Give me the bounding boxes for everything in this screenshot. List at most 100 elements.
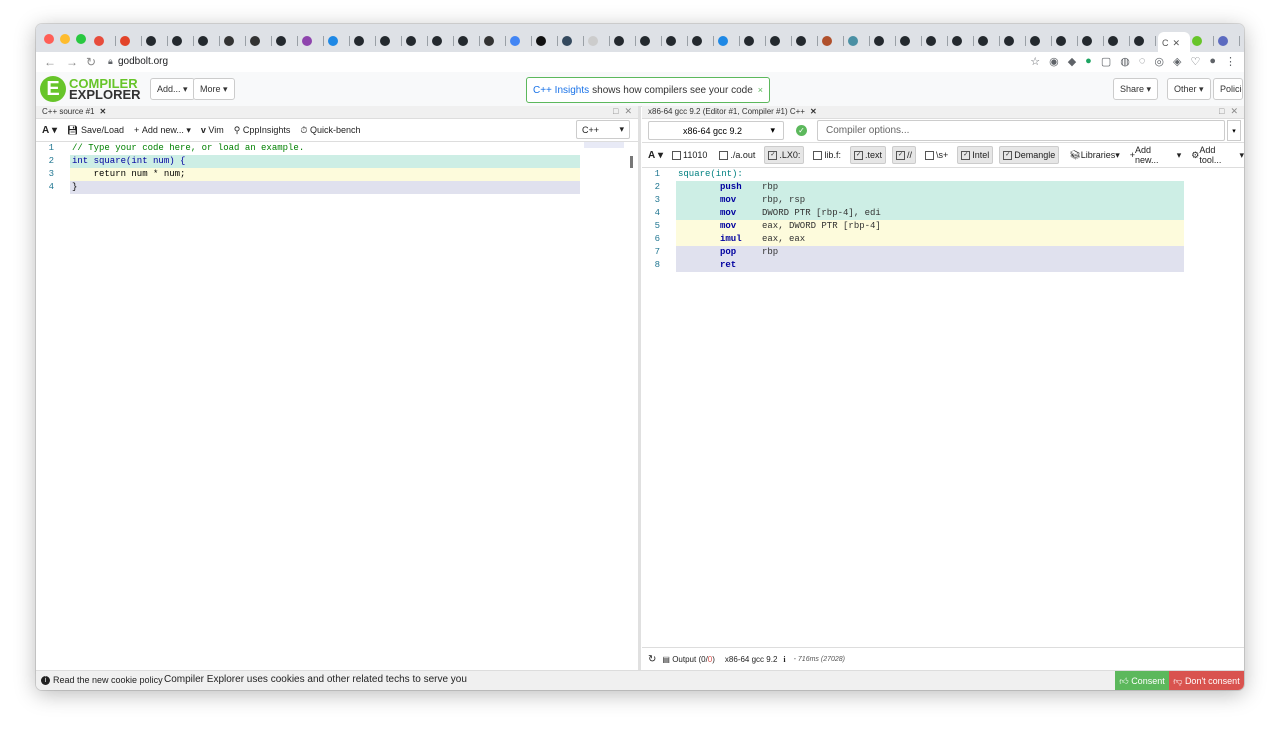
extension-icon[interactable]: ◎ xyxy=(1154,55,1164,68)
browser-tab[interactable] xyxy=(586,32,612,50)
reload-icon[interactable]: ↻ xyxy=(86,55,96,69)
recompile-icon[interactable]: ↻ xyxy=(648,654,656,665)
browser-tab[interactable] xyxy=(1080,32,1106,50)
code-line[interactable]: 2 int square(int num) { xyxy=(36,155,638,168)
filter-toggle[interactable]: ✓ .text xyxy=(849,146,886,164)
browser-tab[interactable] xyxy=(742,32,768,50)
url-field[interactable]: godbolt.org xyxy=(118,56,168,67)
code-line[interactable]: 1 // Type your code here, or load an exam… xyxy=(36,142,638,155)
dont-consent-button[interactable]: 👎︎ Don't consent xyxy=(1169,671,1244,690)
asm-line[interactable]: 4 mov DWORD PTR [rbp-4], edi xyxy=(642,207,1244,220)
policies-menu-button[interactable]: Policies ▾ xyxy=(1213,78,1243,100)
quickbench-button[interactable]: ⏱︎ Quick-bench xyxy=(300,125,360,136)
scrollbar[interactable] xyxy=(630,156,637,168)
extension-icon[interactable]: ● xyxy=(1085,55,1092,68)
output-button[interactable]: ▤ Output (0/0) xyxy=(662,655,715,664)
filter-toggle[interactable]: 11010 xyxy=(669,146,710,164)
extension-icon[interactable]: ▢ xyxy=(1101,55,1111,68)
more-menu-button[interactable]: More ▾ xyxy=(193,78,235,100)
browser-tab[interactable] xyxy=(118,32,144,50)
bookmark-star-icon[interactable]: ☆ xyxy=(1030,55,1040,68)
browser-tab[interactable] xyxy=(768,32,794,50)
browser-tab[interactable] xyxy=(950,32,976,50)
browser-tab[interactable] xyxy=(144,32,170,50)
add-new-button[interactable]: + Add new... ▾ xyxy=(1130,145,1181,165)
maximize-pane-icon[interactable]: □ xyxy=(1219,106,1224,117)
banner-close-icon[interactable]: × xyxy=(758,85,763,95)
kebab-menu-icon[interactable]: ⋮ xyxy=(1225,55,1236,68)
browser-tab[interactable] xyxy=(430,32,456,50)
filter-toggle[interactable]: ✓ Intel xyxy=(957,146,994,164)
browser-tab[interactable] xyxy=(456,32,482,50)
browser-tab[interactable] xyxy=(924,32,950,50)
browser-tab[interactable] xyxy=(638,32,664,50)
asm-line[interactable]: 5 mov eax, DWORD PTR [rbp-4] xyxy=(642,220,1244,233)
language-select[interactable]: C++ ▾ xyxy=(576,120,630,139)
browser-tab[interactable] xyxy=(976,32,1002,50)
extension-icon[interactable]: ◉ xyxy=(1049,55,1059,68)
vim-toggle-button[interactable]: v Vim xyxy=(201,125,224,135)
extension-icon[interactable]: ◈ xyxy=(1173,55,1181,68)
filter-toggle[interactable]: \s+ xyxy=(922,146,951,164)
forward-arrow-icon[interactable]: → xyxy=(66,55,78,69)
browser-tab[interactable] xyxy=(508,32,534,50)
browser-tab[interactable] xyxy=(170,32,196,50)
browser-tab[interactable] xyxy=(248,32,274,50)
options-dropdown-button[interactable]: ▾ xyxy=(1227,120,1241,141)
filter-toggle[interactable]: ./a.out xyxy=(716,146,758,164)
logo[interactable]: E COMPILER EXPLORER xyxy=(40,76,141,102)
asm-line[interactable]: 8 ret xyxy=(642,259,1244,272)
browser-tab[interactable] xyxy=(612,32,638,50)
close-tab-icon[interactable]: ✕ xyxy=(810,107,817,116)
browser-tab[interactable] xyxy=(326,32,352,50)
browser-tab[interactable] xyxy=(898,32,924,50)
compiler-options-input[interactable]: Compiler options... xyxy=(817,120,1225,141)
compiler-select[interactable]: x86-64 gcc 9.2 ▾ xyxy=(648,121,784,140)
browser-tab[interactable] xyxy=(1106,32,1132,50)
assembly-output[interactable]: 1 square(int): 2 push rbp 3 mov rbp, rsp 4 mov DWO… xyxy=(642,168,1244,272)
browser-tab[interactable] xyxy=(300,32,326,50)
asm-line[interactable]: 6 imul eax, eax xyxy=(642,233,1244,246)
cppinsights-link[interactable]: C++ Insights xyxy=(533,85,589,96)
browser-tab[interactable] xyxy=(872,32,898,50)
browser-tab[interactable] xyxy=(664,32,690,50)
minimap[interactable] xyxy=(584,142,624,148)
browser-tab[interactable] xyxy=(378,32,404,50)
close-tab-icon[interactable]: ✕ xyxy=(1173,38,1181,49)
browser-tab[interactable] xyxy=(274,32,300,50)
filter-toggle[interactable]: ✓ .LX0: xyxy=(764,146,805,164)
browser-tab[interactable] xyxy=(352,32,378,50)
extension-icon[interactable]: ♡ xyxy=(1190,55,1200,68)
source-tab[interactable]: C++ source #1 ✕ xyxy=(42,107,106,116)
maximize-pane-icon[interactable]: □ xyxy=(613,106,618,117)
browser-tab[interactable] xyxy=(820,32,846,50)
browser-tab[interactable] xyxy=(404,32,430,50)
other-menu-button[interactable]: Other ▾ xyxy=(1167,78,1211,100)
browser-tab[interactable] xyxy=(560,32,586,50)
info-icon[interactable]: i xyxy=(783,655,785,664)
browser-tab[interactable] xyxy=(794,32,820,50)
save-load-button[interactable]: 💾︎ Save/Load xyxy=(67,125,124,136)
zoom-window-button[interactable] xyxy=(76,34,86,44)
share-button[interactable]: Share ▾ xyxy=(1113,78,1159,100)
browser-tab[interactable] xyxy=(92,32,118,50)
browser-tab-active[interactable]: C ✕ xyxy=(1158,32,1190,54)
browser-tab[interactable] xyxy=(716,32,742,50)
cppinsights-button[interactable]: ⚲ CppInsights xyxy=(234,125,291,136)
filter-toggle[interactable]: ✓ Demangle xyxy=(999,146,1060,164)
asm-line[interactable]: 7 pop rbp xyxy=(642,246,1244,259)
browser-tab[interactable] xyxy=(1028,32,1054,50)
browser-tab[interactable] xyxy=(1190,32,1216,50)
avatar[interactable]: ● xyxy=(1209,55,1216,68)
browser-tab[interactable] xyxy=(534,32,560,50)
browser-tab[interactable] xyxy=(196,32,222,50)
extension-icon[interactable]: ◆ xyxy=(1068,55,1076,68)
browser-tab[interactable] xyxy=(222,32,248,50)
asm-line[interactable]: 2 push rbp xyxy=(642,181,1244,194)
code-line[interactable]: 3 return num * num; xyxy=(36,168,638,181)
font-size-button[interactable]: A ▾ xyxy=(648,150,663,161)
asm-line[interactable]: 3 mov rbp, rsp xyxy=(642,194,1244,207)
code-line[interactable]: 4} xyxy=(36,181,638,194)
browser-tab[interactable] xyxy=(1216,32,1242,50)
browser-tab[interactable] xyxy=(1054,32,1080,50)
